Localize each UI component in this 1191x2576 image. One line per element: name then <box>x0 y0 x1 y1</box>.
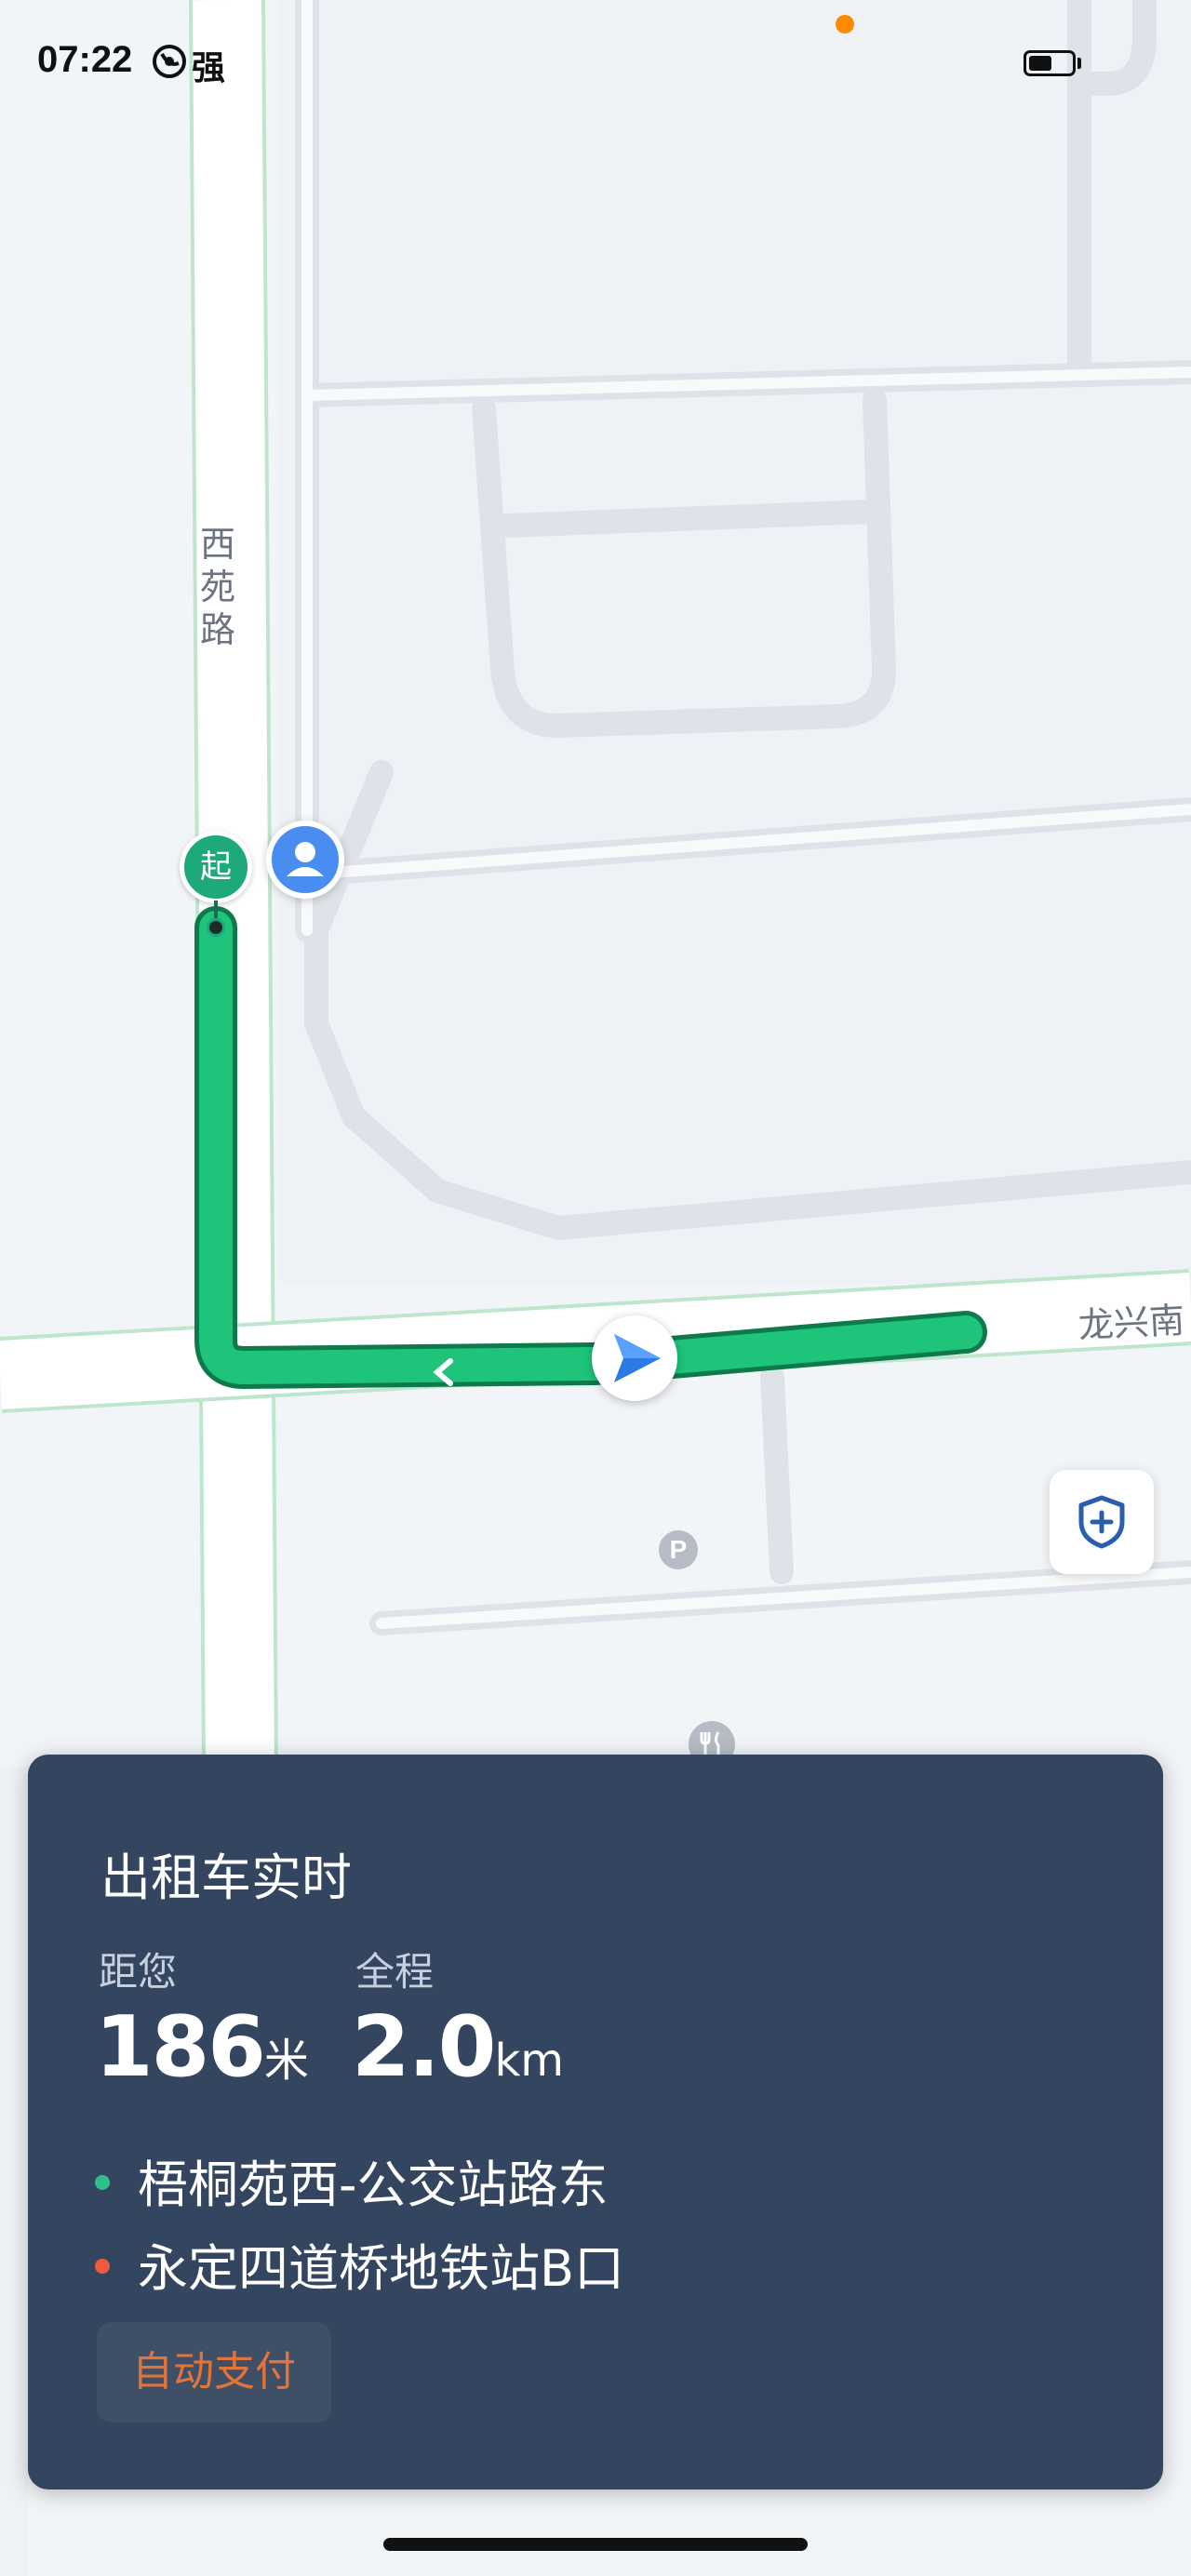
total-unit: km <box>494 2035 564 2087</box>
distance-number: 186 <box>95 1998 266 2096</box>
destination-row: 永定四道桥地铁站B口 <box>95 2227 624 2301</box>
total-value: 2.0km <box>352 1998 564 2096</box>
start-point-marker[interactable]: 起 <box>180 831 252 903</box>
origin-dot-icon <box>95 2175 110 2191</box>
road-label-char: 路 <box>199 609 235 650</box>
user-avatar-icon[interactable] <box>266 821 344 899</box>
status-time: 07:22 <box>37 39 133 80</box>
destination-text: 永定四道桥地铁站B口 <box>138 2239 625 2298</box>
destination-dot-icon <box>95 2259 110 2275</box>
total-label: 全程 <box>355 1949 435 1995</box>
card-title: 出租车实时 <box>100 1849 352 1907</box>
road-label-char: 西 <box>199 524 235 565</box>
autopay-button[interactable]: 自动支付 <box>97 2322 331 2423</box>
distance-value: 186米 <box>95 1998 309 2096</box>
origin-text: 梧桐苑西-公交站路东 <box>138 2156 609 2214</box>
home-indicator[interactable] <box>383 2538 808 2551</box>
total-number: 2.0 <box>352 1998 496 2096</box>
parking-icon[interactable]: P <box>659 1530 698 1569</box>
hotspot-icon <box>153 45 186 78</box>
autopay-label: 自动支付 <box>132 2348 296 2396</box>
distance-unit: 米 <box>263 2035 309 2087</box>
car-arrow-icon[interactable] <box>592 1315 677 1401</box>
status-bar: 07:22 强 <box>0 0 1191 121</box>
battery-tip <box>1077 58 1081 69</box>
road-label-char: 苑 <box>199 567 235 607</box>
distance-label: 距您 <box>99 1949 178 1995</box>
trip-info-card: 出租车实时 距您 186米 全程 2.0km 梧桐苑西-公交站路东 永定四道桥地… <box>28 1755 1163 2489</box>
road-label-xiyuan-road: 西 苑 路 <box>197 527 238 655</box>
privacy-indicator-dot <box>836 15 854 33</box>
safety-shield-icon <box>1078 1495 1125 1549</box>
road-label-longxingnan: 龙兴南 <box>1077 1300 1186 1346</box>
safety-shield-button[interactable] <box>1050 1470 1154 1574</box>
origin-row: 梧桐苑西-公交站路东 <box>95 2143 609 2217</box>
signal-strength-text: 强 <box>192 49 226 87</box>
battery-level-fill <box>1029 56 1051 71</box>
start-point-dot <box>207 918 225 937</box>
battery-icon <box>1024 50 1076 76</box>
